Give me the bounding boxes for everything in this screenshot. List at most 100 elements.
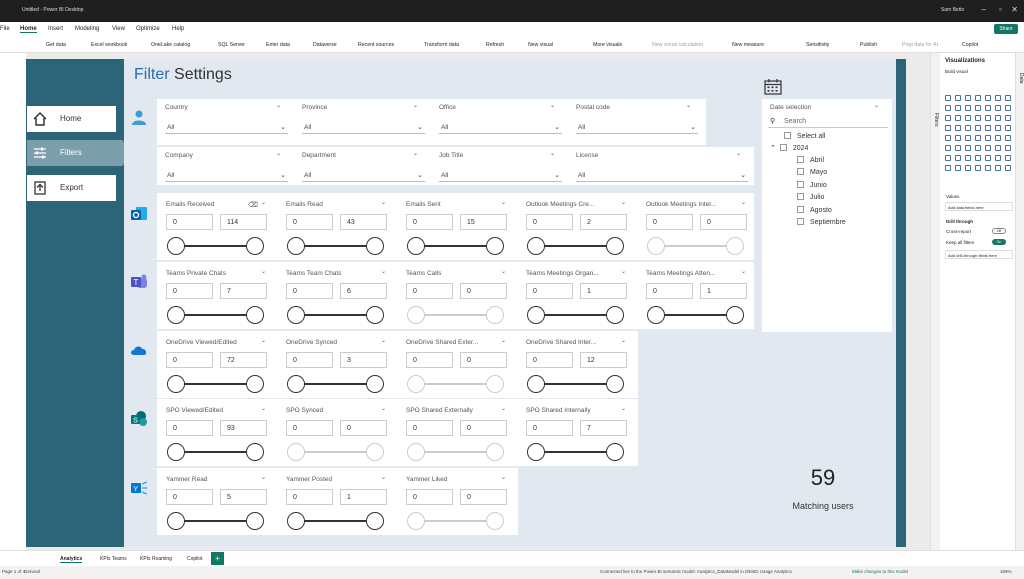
chevron-down-icon[interactable]: ⌄ xyxy=(261,405,271,413)
new-visual-button[interactable]: New visual xyxy=(528,42,553,48)
min-value-input[interactable]: 0 xyxy=(166,283,213,299)
visual-type-icon[interactable] xyxy=(975,145,981,151)
min-value-input[interactable]: 0 xyxy=(286,489,333,505)
visual-type-icon[interactable] xyxy=(945,145,951,151)
month-checkbox[interactable] xyxy=(797,205,804,213)
add-fields-well[interactable]: Add data fields here xyxy=(945,202,1013,211)
filter-dropdown-job-title[interactable]: All ⌄ xyxy=(439,168,562,182)
month-option[interactable]: Abril xyxy=(797,156,824,164)
range-slider[interactable] xyxy=(407,306,504,324)
cross-report-toggle[interactable]: Off xyxy=(992,228,1006,234)
slider-min-handle[interactable] xyxy=(167,512,185,530)
slider-min-handle[interactable] xyxy=(527,375,545,393)
share-button[interactable]: Share xyxy=(994,24,1018,34)
visual-type-icon[interactable] xyxy=(965,145,971,151)
chevron-down-icon[interactable]: ⌄ xyxy=(741,268,751,276)
slider-max-handle[interactable] xyxy=(486,512,504,530)
slider-max-handle[interactable] xyxy=(366,237,384,255)
tab-kpis-roaming[interactable]: KPIs Roaming xyxy=(140,556,172,562)
min-value-input[interactable]: 0 xyxy=(526,283,573,299)
add-page-icon[interactable]: + xyxy=(211,552,224,565)
visual-type-icon[interactable] xyxy=(945,105,951,111)
min-value-input[interactable]: 0 xyxy=(286,283,333,299)
range-slider[interactable] xyxy=(287,306,384,324)
range-slider[interactable] xyxy=(407,375,504,393)
tab-copilot[interactable]: Copilot xyxy=(187,556,203,562)
visual-type-icon[interactable] xyxy=(1005,115,1011,121)
chevron-down-icon[interactable]: ⌄ xyxy=(381,199,391,207)
max-value-input[interactable]: 1 xyxy=(580,283,627,299)
visual-type-icon[interactable] xyxy=(945,135,951,141)
month-option[interactable]: Mayo xyxy=(797,168,827,176)
chevron-down-icon[interactable]: ⌄ xyxy=(413,102,423,110)
chevron-down-icon[interactable]: ⌄ xyxy=(261,268,271,276)
visual-type-icon[interactable] xyxy=(955,145,961,151)
slider-max-handle[interactable] xyxy=(246,443,264,461)
month-option[interactable]: Septiembre xyxy=(797,218,846,226)
max-value-input[interactable]: 15 xyxy=(460,214,507,230)
visual-type-icon[interactable] xyxy=(1005,105,1011,111)
slider-min-handle[interactable] xyxy=(527,237,545,255)
max-value-input[interactable]: 0 xyxy=(340,420,387,436)
chevron-down-icon[interactable]: ⌄ xyxy=(381,337,391,345)
filter-dropdown-office[interactable]: All ⌄ xyxy=(439,120,562,134)
menu-view[interactable]: View xyxy=(112,26,125,32)
filter-dropdown-province[interactable]: All ⌄ xyxy=(302,120,425,134)
max-value-input[interactable]: 1 xyxy=(700,283,747,299)
slider-max-handle[interactable] xyxy=(366,512,384,530)
slider-max-handle[interactable] xyxy=(606,375,624,393)
filter-dropdown-postal-code[interactable]: All ⌄ xyxy=(576,120,698,134)
visual-type-icon[interactable] xyxy=(995,125,1001,131)
min-value-input[interactable]: 0 xyxy=(526,352,573,368)
visual-type-icon[interactable] xyxy=(985,115,991,121)
chevron-down-icon[interactable]: ⌄ xyxy=(621,268,631,276)
menu-help[interactable]: Help xyxy=(172,26,184,32)
slider-min-handle[interactable] xyxy=(167,443,185,461)
visual-type-icon[interactable] xyxy=(955,125,961,131)
chevron-down-icon[interactable]: ⌄ xyxy=(501,474,511,482)
range-slider[interactable] xyxy=(407,512,504,530)
visual-type-icon[interactable] xyxy=(965,105,971,111)
range-slider[interactable] xyxy=(287,512,384,530)
slider-min-handle[interactable] xyxy=(287,306,305,324)
filter-dropdown-company[interactable]: All ⌄ xyxy=(165,168,288,182)
visual-type-icon[interactable] xyxy=(995,115,1001,121)
min-value-input[interactable]: 0 xyxy=(286,214,333,230)
month-option[interactable]: Junio xyxy=(797,180,827,189)
visual-type-icon[interactable] xyxy=(985,105,991,111)
chevron-down-icon[interactable]: ⌄ xyxy=(261,474,271,482)
filters-pane-collapsed[interactable]: Filters xyxy=(930,53,940,550)
maximize-icon[interactable]: ▫ xyxy=(999,5,1002,14)
max-value-input[interactable]: 0 xyxy=(700,214,747,230)
slider-max-handle[interactable] xyxy=(246,306,264,324)
max-value-input[interactable]: 0 xyxy=(460,283,507,299)
slider-max-handle[interactable] xyxy=(246,375,264,393)
make-changes-link[interactable]: Make changes to this model xyxy=(852,569,942,574)
date-search-box[interactable]: ⚲ Search xyxy=(768,115,888,128)
onelake-catalog-button[interactable]: OneLake catalog xyxy=(151,42,190,48)
nav-export-button[interactable]: Export xyxy=(27,175,116,201)
menu-file[interactable]: File xyxy=(0,26,10,32)
chevron-down-icon[interactable]: ⌄ xyxy=(621,199,631,207)
visual-type-icon[interactable] xyxy=(955,105,961,111)
visual-type-icon[interactable] xyxy=(965,95,971,101)
min-value-input[interactable]: 0 xyxy=(406,420,453,436)
chevron-down-icon[interactable]: ⌄ xyxy=(874,102,884,110)
month-option[interactable]: Julio xyxy=(797,193,824,201)
tab-kpis-teams[interactable]: KPIs Teams xyxy=(100,556,127,562)
collapse-chevron-icon[interactable]: ⌃ xyxy=(770,145,776,152)
data-pane-collapsed[interactable]: Data xyxy=(1015,53,1024,550)
slider-max-handle[interactable] xyxy=(486,375,504,393)
slider-max-handle[interactable] xyxy=(246,237,264,255)
visual-type-icon[interactable] xyxy=(955,115,961,121)
menu-optimize[interactable]: Optimize xyxy=(136,26,160,32)
slider-max-handle[interactable] xyxy=(606,443,624,461)
max-value-input[interactable]: 2 xyxy=(580,214,627,230)
visual-type-icon[interactable] xyxy=(1005,95,1011,101)
chevron-down-icon[interactable]: ⌄ xyxy=(381,268,391,276)
min-value-input[interactable]: 0 xyxy=(406,489,453,505)
slider-max-handle[interactable] xyxy=(486,443,504,461)
visual-type-icon[interactable] xyxy=(995,95,1001,101)
dataverse-button[interactable]: Dataverse xyxy=(313,42,337,48)
recent-sources-button[interactable]: Recent sources xyxy=(358,42,394,48)
